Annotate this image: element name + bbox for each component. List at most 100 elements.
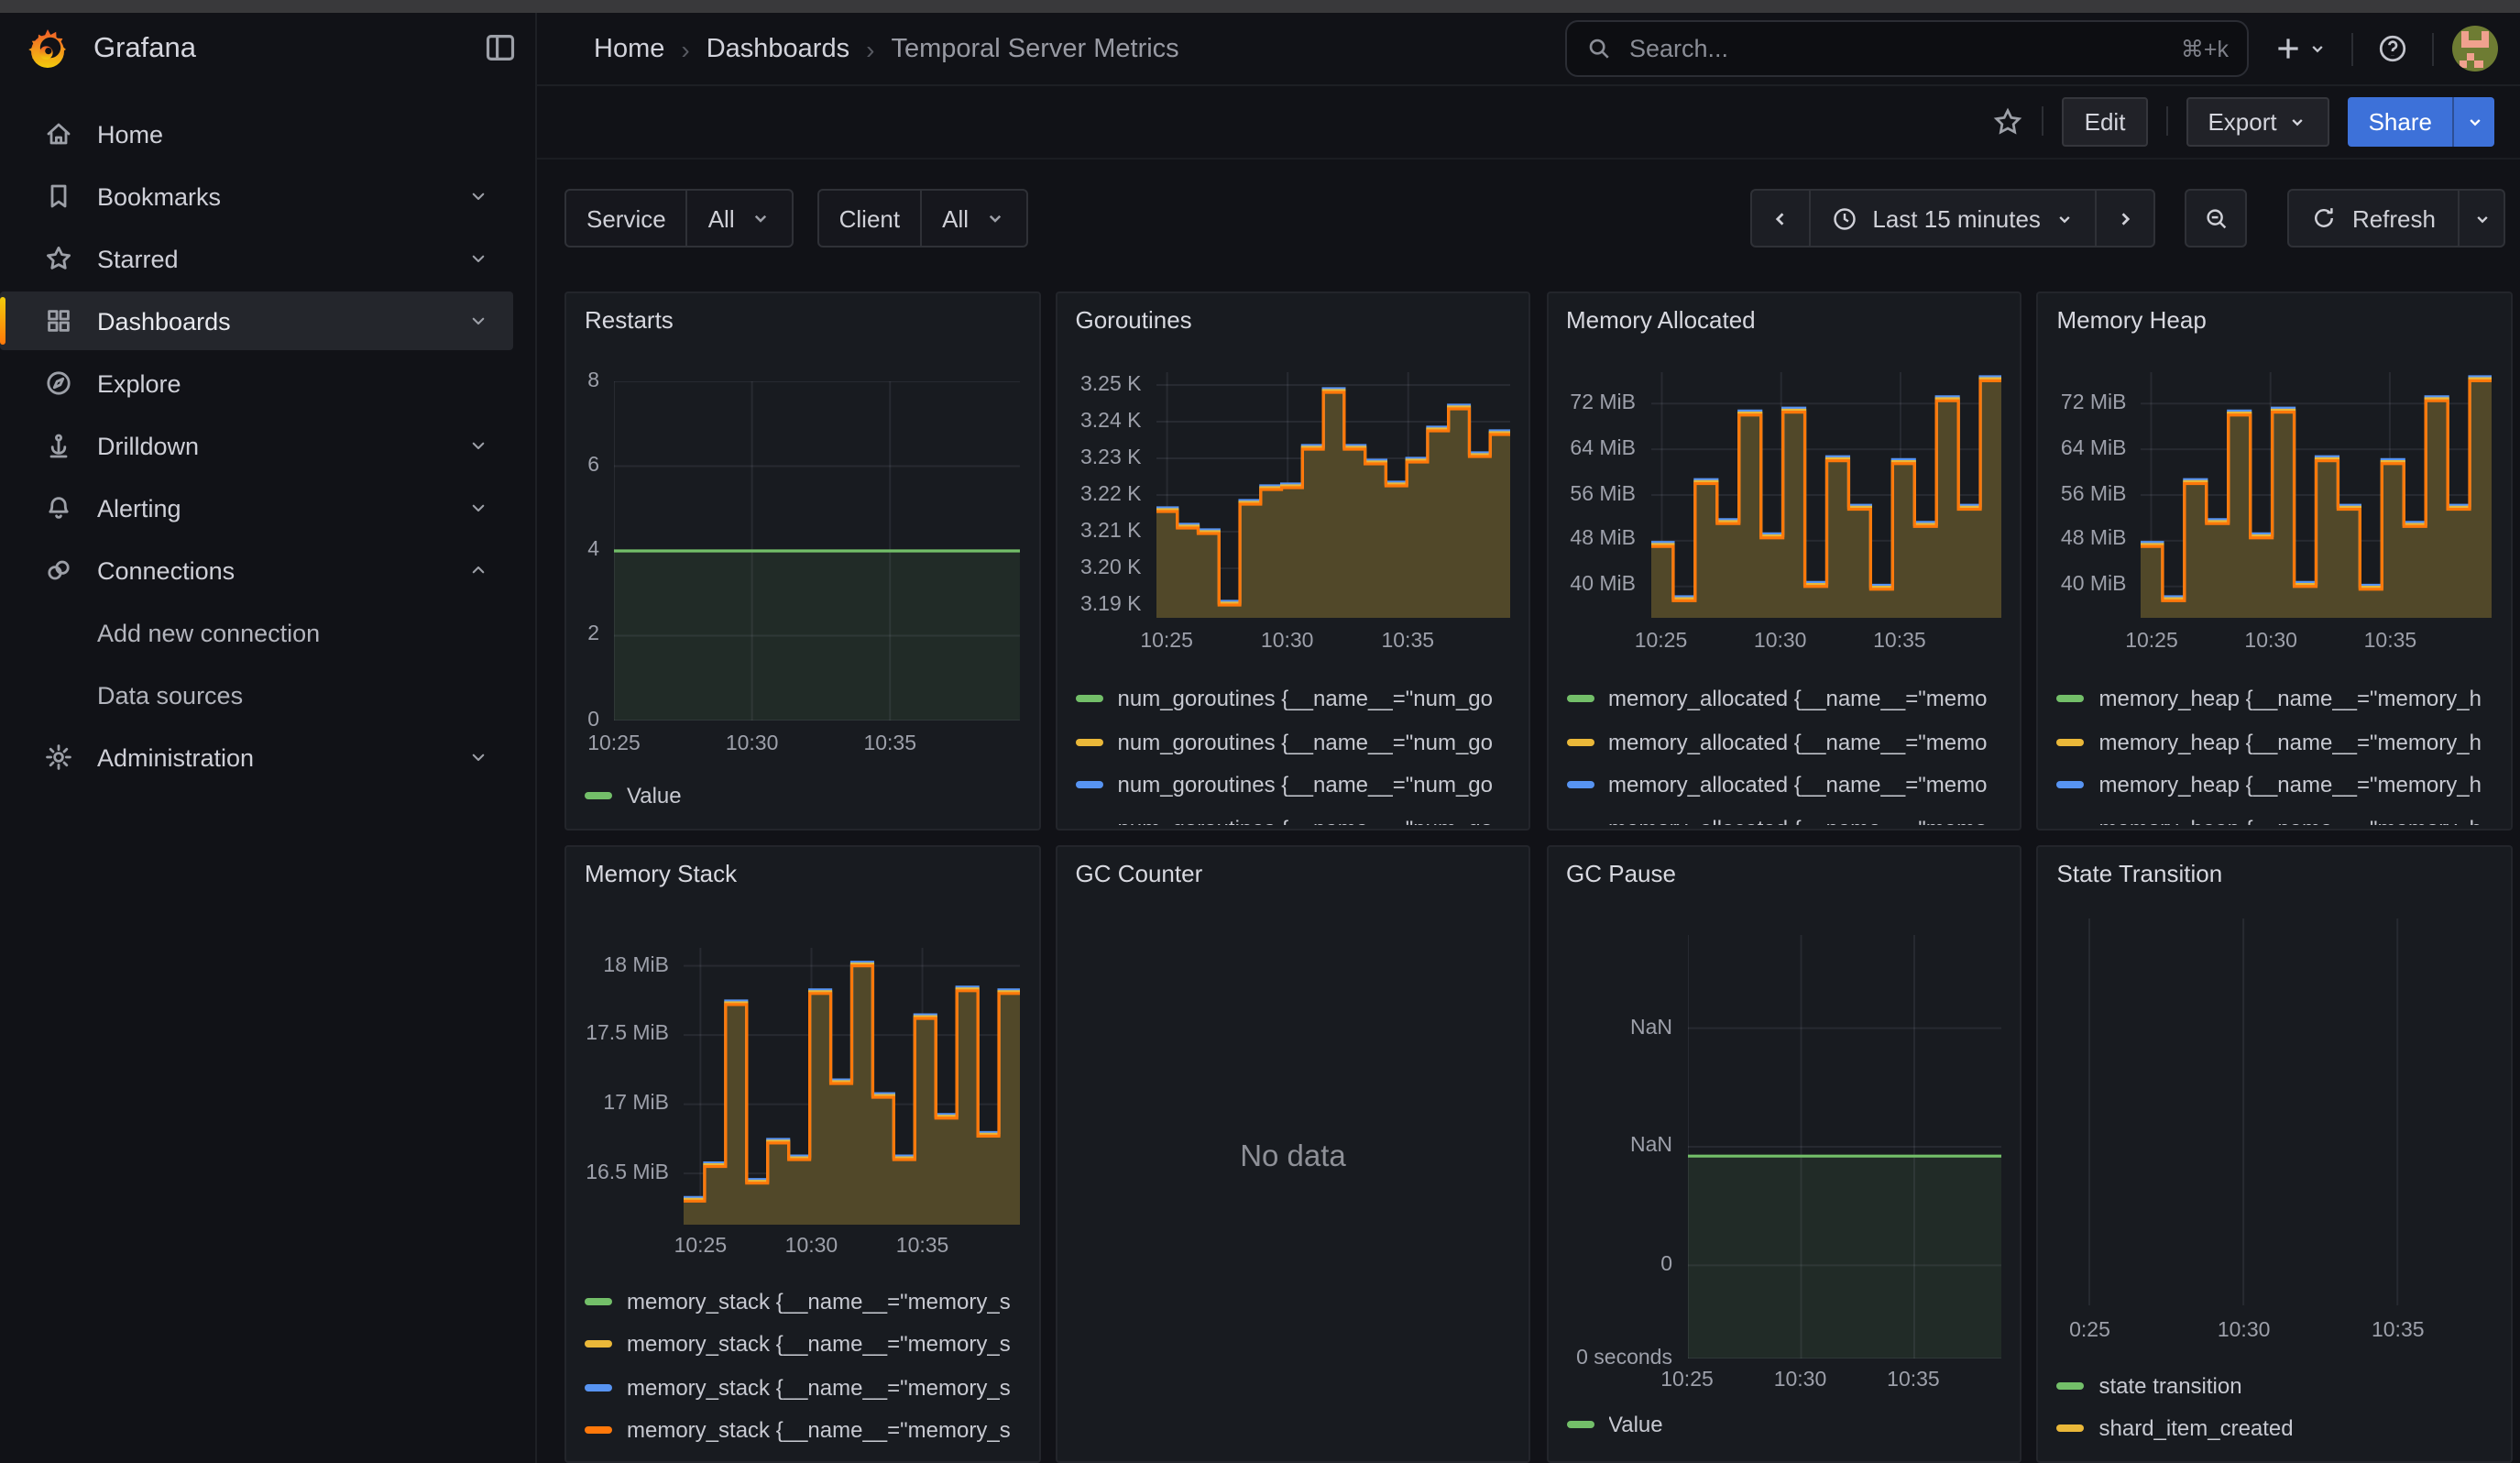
legend-item[interactable]: Value [585, 773, 1035, 817]
panel-title[interactable]: GC Counter [1076, 860, 1203, 887]
panel-chart[interactable] [684, 948, 1020, 1225]
client-variable-label: Client [819, 191, 923, 246]
x-axis-tick-label: 10:35 [1887, 1370, 1940, 1392]
sidebar-item-data-sources[interactable]: Data sources [0, 666, 513, 724]
export-button[interactable]: Export [2186, 96, 2329, 146]
chevron-down-icon[interactable] [467, 434, 489, 456]
sidebar-item-add-new-connection[interactable]: Add new connection [0, 603, 513, 662]
chevron-down-icon[interactable] [467, 248, 489, 270]
y-axis-tick-label: 40 MiB [2039, 573, 2127, 599]
panel-chart[interactable] [1687, 935, 2001, 1358]
panel-chart[interactable] [1650, 371, 2001, 617]
legend-item-label: memory_allocated {__name__="memo [1608, 816, 1987, 825]
y-axis-tick-label: 48 MiB [1548, 527, 1636, 553]
sidebar-toggle-icon[interactable] [482, 31, 519, 64]
help-icon [2377, 33, 2408, 64]
time-shift-forward-button[interactable] [2096, 191, 2154, 246]
chevron-down-icon[interactable] [467, 185, 489, 207]
legend-item[interactable]: memory_allocated {__name__="memo [1566, 720, 2016, 764]
share-button[interactable]: Share [2349, 96, 2452, 146]
sidebar-item-administration[interactable]: Administration [0, 728, 513, 786]
breadcrumb-dashboards[interactable]: Dashboards [707, 34, 849, 63]
time-shift-back-button[interactable] [1751, 191, 1808, 246]
search-input[interactable] [1626, 33, 2168, 64]
sidebar-item-home[interactable]: Home [0, 104, 513, 163]
panel-title[interactable]: Memory Allocated [1566, 305, 1756, 333]
legend-item[interactable]: Value [1566, 1402, 2016, 1446]
service-variable-dropdown[interactable]: Service All [564, 189, 794, 248]
legend-item[interactable]: memory_heap {__name__="memory_h [2057, 807, 2507, 824]
breadcrumb-home[interactable]: Home [594, 34, 664, 63]
panel-title[interactable]: State Transition [2057, 860, 2223, 887]
refresh-button[interactable]: Refresh [2290, 191, 2458, 246]
legend-item[interactable]: memory_heap {__name__="memory_h [2057, 764, 2507, 807]
help-button[interactable] [2372, 28, 2414, 70]
panel-state-transition: State Transition0:2510:3010:35state tran… [2037, 845, 2513, 1463]
chevron-up-icon[interactable] [467, 559, 489, 581]
sidebar-item-label: Add new connection [97, 619, 320, 646]
chevron-down-icon[interactable] [467, 497, 489, 519]
legend-item[interactable]: memory_allocated {__name__="memo [1566, 764, 2016, 807]
y-axis-tick-label: 18 MiB [566, 952, 669, 978]
sidebar-item-label: Home [97, 120, 163, 148]
star-dashboard-button[interactable] [1993, 105, 2024, 137]
edit-button[interactable]: Edit [2063, 96, 2148, 146]
legend-item[interactable]: memory_heap {__name__="memory_h [2057, 720, 2507, 764]
time-range-picker[interactable]: Last 15 minutes [1808, 191, 2096, 246]
panel-chart[interactable] [614, 380, 1020, 720]
sidebar-item-dashboards[interactable]: Dashboards [0, 292, 513, 350]
x-axis-tick-label: 10:30 [1261, 630, 1314, 652]
legend-item[interactable]: memory_stack {__name__="memory_s [585, 1323, 1035, 1366]
panel-title[interactable]: GC Pause [1566, 860, 1676, 887]
sidebar-divider [535, 13, 537, 1463]
legend-item[interactable]: memory_stack {__name__="memory_s [585, 1280, 1035, 1323]
sidebar-item-starred[interactable]: Starred [0, 229, 513, 288]
legend-color-swatch [2057, 1381, 2085, 1389]
panel-title[interactable]: Restarts [585, 305, 674, 333]
user-avatar[interactable] [2452, 26, 2498, 72]
panel-title[interactable]: Goroutines [1076, 305, 1192, 333]
zoom-out-icon [2203, 204, 2230, 232]
refresh-interval-button[interactable] [2458, 191, 2504, 246]
sidebar-item-label: Explore [97, 369, 181, 397]
y-axis-tick-label: 3.24 K [1057, 408, 1142, 434]
sidebar-item-explore[interactable]: Explore [0, 354, 513, 412]
y-axis-tick-label: 3.25 K [1057, 371, 1142, 397]
legend-color-swatch [2057, 696, 2085, 703]
brand-name: Grafana [93, 32, 196, 65]
panel-chart[interactable] [1156, 371, 1511, 617]
client-variable-dropdown[interactable]: Client All [817, 189, 1027, 248]
x-axis-tick-label: 10:30 [1754, 630, 1807, 652]
y-axis-tick-label: 56 MiB [2039, 481, 2127, 507]
chevron-down-icon[interactable] [467, 310, 489, 332]
legend-color-swatch [585, 1383, 612, 1391]
legend-item[interactable]: memory_allocated {__name__="memo [1566, 677, 2016, 720]
sidebar-item-drilldown[interactable]: Drilldown [0, 416, 513, 475]
legend-item[interactable]: memory_heap {__name__="memory_h [2057, 677, 2507, 720]
search-shortcut: ⌘+k [2181, 35, 2229, 62]
panel-chart[interactable] [2065, 918, 2493, 1305]
toolbar-divider [2043, 106, 2044, 136]
legend-item[interactable]: shard_item_created [2057, 1407, 2507, 1450]
sidebar-item-bookmarks[interactable]: Bookmarks [0, 167, 513, 226]
sidebar-item-alerting[interactable]: Alerting [0, 478, 513, 537]
panel-title[interactable]: Memory Heap [2057, 305, 2207, 333]
legend-item[interactable]: state transition [2057, 1364, 2507, 1407]
top-nav-bar: Grafana Home › Dashboards › Temporal Ser… [0, 13, 2520, 86]
legend-item[interactable]: num_goroutines {__name__="num_go [1076, 764, 1526, 807]
zoom-out-time-button[interactable] [2186, 189, 2248, 248]
new-menu-button[interactable] [2267, 28, 2333, 70]
sidebar-item-connections[interactable]: Connections [0, 541, 513, 600]
x-axis-tick-label: 10:35 [2372, 1320, 2425, 1342]
share-options-button[interactable] [2452, 96, 2494, 146]
legend-item[interactable]: memory_stack {__name__="memory_s [585, 1366, 1035, 1409]
legend-item[interactable]: memory_allocated {__name__="memo [1566, 807, 2016, 824]
chevron-down-icon[interactable] [467, 746, 489, 768]
legend-item[interactable]: num_goroutines {__name__="num_go [1076, 720, 1526, 764]
legend-item-label: memory_stack {__name__="memory_s [627, 1331, 1011, 1357]
panel-title[interactable]: Memory Stack [585, 860, 737, 887]
legend-item[interactable]: num_goroutines {__name__="num_go [1076, 677, 1526, 720]
legend-item[interactable]: num_goroutines {__name__="num_go [1076, 807, 1526, 824]
legend-item[interactable]: memory_stack {__name__="memory_s [585, 1409, 1035, 1452]
panel-chart[interactable] [2142, 371, 2493, 617]
